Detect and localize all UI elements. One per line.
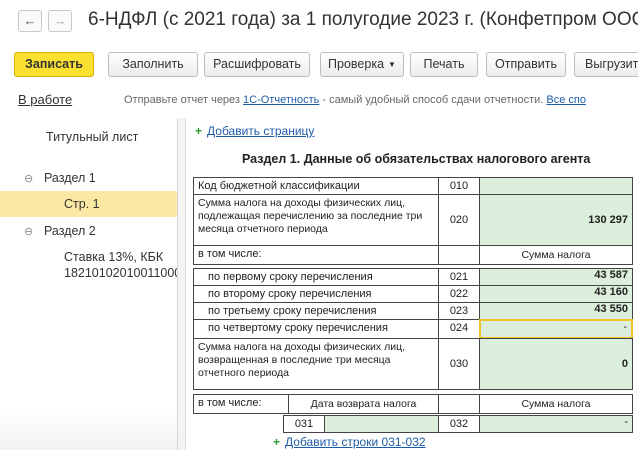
nav-item-rate-line2[interactable]: 18210102010011000: [64, 266, 177, 280]
row022-label: по второму сроку перечисления: [193, 285, 439, 303]
nav-item-page1[interactable]: Стр. 1: [64, 197, 100, 211]
document-status-link[interactable]: В работе: [18, 92, 72, 107]
empty-code-cell: [438, 245, 480, 265]
including2-label: в том числе:: [193, 394, 289, 414]
row031-date-field[interactable]: [324, 415, 439, 433]
nav-item-section1[interactable]: Раздел 1: [44, 171, 96, 185]
forward-arrow-icon[interactable]: →: [48, 10, 72, 32]
kbk-label: Код бюджетной классификации: [193, 177, 439, 195]
row021-field[interactable]: 43 587: [479, 268, 633, 286]
reporting-service-link[interactable]: 1С-Отчетность: [243, 94, 319, 106]
row022-code: 022: [438, 285, 480, 303]
save-button[interactable]: Записать: [14, 52, 94, 77]
refund-sum-header: Сумма налога: [479, 394, 633, 414]
plus-icon: +: [273, 435, 281, 449]
kbk-code: 010: [438, 177, 480, 195]
row022-field[interactable]: 43 160: [479, 285, 633, 303]
nav-item-title-page[interactable]: Титульный лист: [46, 130, 138, 144]
decode-button[interactable]: Расшифровать: [204, 52, 310, 77]
report-sections-panel: Титульный лист ⊖ Раздел 1 Стр. 1 ⊖ Разде…: [0, 118, 178, 450]
row021-label: по первому сроку перечисления: [193, 268, 439, 286]
window-title-bar: ← → 6-НДФЛ (с 2021 года) за 1 полугодие …: [0, 0, 638, 46]
all-methods-link[interactable]: Все спо: [546, 94, 586, 106]
status-message-suffix: - самый удобный способ сдачи отчетности.: [319, 94, 547, 106]
panel-fade: [0, 408, 177, 450]
status-message-prefix: Отправьте отчет через: [124, 94, 244, 106]
check-dropdown-button[interactable]: Проверка ▼: [320, 52, 404, 77]
row021-code: 021: [438, 268, 480, 286]
check-button-label: Проверка: [328, 57, 385, 71]
page-title: 6-НДФЛ (с 2021 года) за 1 полугодие 2023…: [88, 9, 638, 30]
tax-due-code: 020: [438, 194, 480, 246]
send-button[interactable]: Отправить: [486, 52, 566, 77]
collapse-section2-icon[interactable]: ⊖: [24, 225, 33, 238]
row024-field[interactable]: -: [479, 319, 633, 339]
back-arrow-icon[interactable]: ←: [18, 10, 42, 32]
nav-item-rate-line1[interactable]: Ставка 13%, КБК: [64, 250, 163, 264]
row031-code: 031: [283, 415, 325, 433]
refund-label: Сумма налога на доходы физических лиц, в…: [193, 338, 439, 390]
row023-code: 023: [438, 302, 480, 320]
status-line: В работе Отправьте отчет через 1С-Отчетн…: [0, 88, 638, 114]
kbk-field[interactable]: [479, 177, 633, 195]
fill-button[interactable]: Заполнить: [108, 52, 198, 77]
row023-label: по третьему сроку перечисления: [193, 302, 439, 320]
chevron-down-icon: ▼: [388, 60, 396, 70]
section-title: Раздел 1. Данные об обязательствах налог…: [242, 152, 591, 166]
row032-code: 032: [438, 415, 480, 433]
add-page-label: Добавить страницу: [207, 124, 315, 138]
export-button[interactable]: Выгрузить: [574, 52, 638, 77]
tax-sum-header: Сумма налога: [479, 245, 633, 265]
collapse-section1-icon[interactable]: ⊖: [24, 172, 33, 185]
refund-field[interactable]: 0: [479, 338, 633, 390]
tax-due-label: Сумма налога на доходы физических лиц, п…: [193, 194, 439, 246]
print-button[interactable]: Печать: [410, 52, 478, 77]
row023-field[interactable]: 43 550: [479, 302, 633, 320]
status-message: Отправьте отчет через 1С-Отчетность - са…: [124, 94, 586, 106]
report-form-area: + Добавить страницу Раздел 1. Данные об о…: [187, 118, 638, 450]
add-rows-label: Добавить строки 031-032: [285, 435, 426, 449]
add-page-link[interactable]: + Добавить страницу: [195, 124, 314, 138]
panel-splitter[interactable]: [178, 118, 186, 450]
refund-code: 030: [438, 338, 480, 390]
refund-date-header: Дата возврата налога: [288, 394, 439, 414]
row032-field[interactable]: -: [479, 415, 633, 433]
nav-item-section2[interactable]: Раздел 2: [44, 224, 96, 238]
row024-label: по четвертому сроку перечисления: [193, 319, 439, 339]
including-label: в том числе:: [193, 245, 439, 265]
toolbar: Записать Заполнить Расшифровать Проверка…: [0, 52, 638, 80]
empty-code-cell-2: [438, 394, 480, 414]
row024-code: 024: [438, 319, 480, 339]
add-rows-link[interactable]: + Добавить строки 031-032: [273, 435, 426, 449]
tax-due-field[interactable]: 130 297: [479, 194, 633, 246]
plus-icon: +: [195, 124, 203, 138]
